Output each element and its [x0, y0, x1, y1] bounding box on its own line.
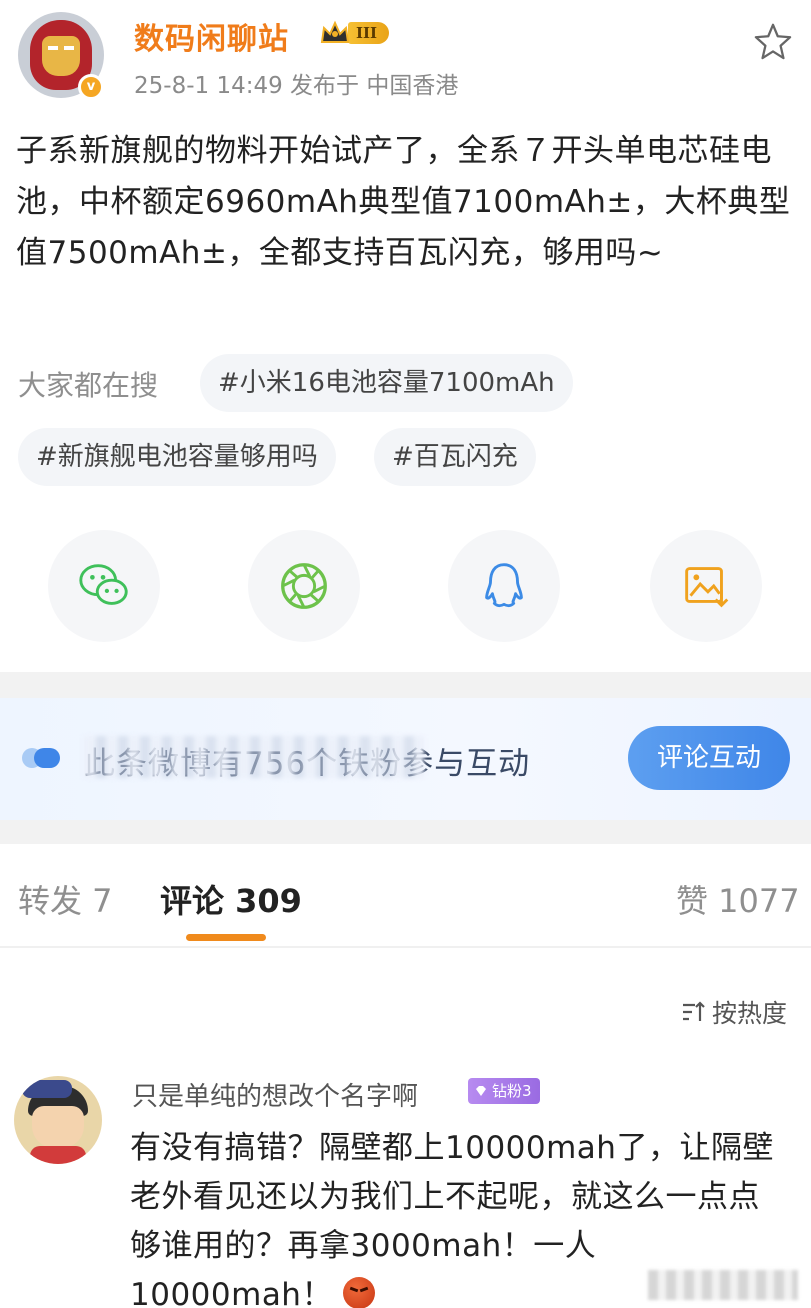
tab-divider — [0, 946, 811, 948]
sort-icon — [683, 1001, 705, 1021]
share-wechat-button[interactable] — [48, 530, 160, 642]
save-image-button[interactable] — [650, 530, 762, 642]
share-qq-button[interactable] — [448, 530, 560, 642]
share-moments-button[interactable] — [248, 530, 360, 642]
tab-comments[interactable]: 评论 309 — [160, 876, 302, 922]
hashtag-chip[interactable]: #新旗舰电池容量够用吗 — [18, 428, 336, 486]
watermark — [648, 1270, 798, 1300]
crown-icon — [320, 20, 350, 46]
tab-repost[interactable]: 转发 7 — [18, 876, 113, 922]
interaction-icon — [22, 748, 60, 768]
tab-likes[interactable]: 赞 1077 — [676, 876, 800, 922]
author-name[interactable]: 数码闲聊站 — [134, 14, 289, 58]
interaction-banner: 此条微博有756个铁粉参与互动 评论互动 — [0, 698, 811, 820]
diamond-icon — [476, 1086, 486, 1096]
verified-icon: v — [78, 74, 104, 100]
commenter-name[interactable]: 只是单纯的想改个名字啊 — [132, 1076, 418, 1113]
level-badge[interactable]: III — [320, 18, 390, 48]
angry-emoji-icon — [343, 1277, 376, 1308]
comment-interact-button[interactable]: 评论互动 — [628, 726, 790, 790]
hashtag-chip[interactable]: #百瓦闪充 — [374, 428, 536, 486]
commenter-avatar[interactable] — [14, 1076, 102, 1164]
search-label: 大家都在搜 — [18, 369, 159, 402]
sort-button[interactable]: 按热度 — [680, 994, 787, 1030]
qq-icon — [485, 563, 523, 608]
section-divider — [0, 672, 811, 698]
fan-badge[interactable]: 钻粉3 — [468, 1078, 540, 1104]
post-header: v 数码闲聊站 III 25-8-1 14:49 发布于 中国香港 — [0, 0, 811, 110]
section-divider — [0, 820, 811, 844]
moments-icon — [281, 563, 327, 609]
sort-label: 按热度 — [712, 999, 788, 1028]
wechat-icon — [79, 564, 128, 605]
save-image-icon — [685, 567, 729, 608]
blurred-overlay — [84, 736, 424, 778]
favorite-star-icon[interactable] — [754, 22, 792, 60]
post-text: 子系新旗舰的物料开始试产了，全系７开头单电芯硅电池，中杯额定6960mAh典型值… — [16, 133, 791, 271]
active-tab-indicator — [186, 934, 266, 941]
post-meta: 25-8-1 14:49 发布于 中国香港 — [134, 73, 459, 99]
hashtag-chip[interactable]: #小米16电池容量7100mAh — [200, 354, 573, 412]
